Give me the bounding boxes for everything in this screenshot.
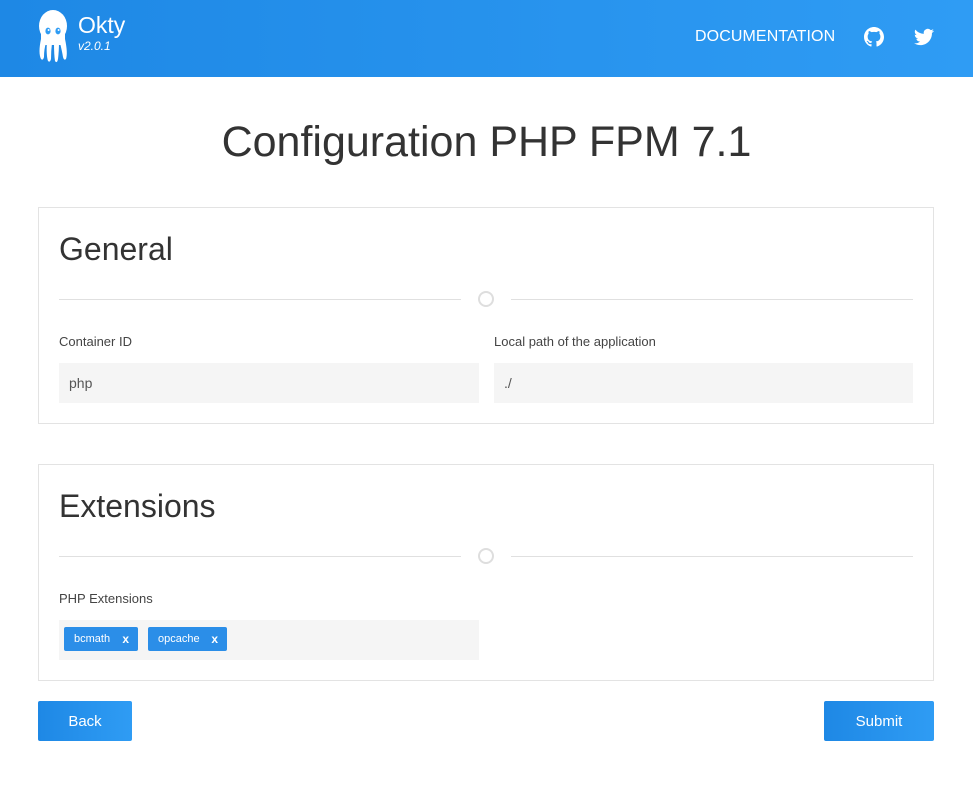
submit-button[interactable]: Submit [824, 701, 934, 741]
twitter-icon [914, 28, 934, 46]
brand-link[interactable]: Okty v2.0.1 [36, 9, 125, 67]
general-card: General Container ID Local path of the a… [38, 207, 934, 424]
extensions-card: Extensions PHP Extensions bcmath x opcac… [38, 464, 934, 681]
navbar: Okty v2.0.1 DOCUMENTATION [0, 0, 973, 77]
divider-line-left [59, 299, 461, 300]
local-path-label: Local path of the application [494, 334, 656, 349]
divider-circle-icon [478, 291, 494, 307]
documentation-link[interactable]: DOCUMENTATION [695, 27, 835, 47]
local-path-input[interactable] [494, 363, 913, 403]
tag-remove-button[interactable]: x [211, 627, 218, 652]
twitter-link[interactable] [914, 27, 934, 47]
php-extensions-tag-input[interactable]: bcmath x opcache x [59, 620, 479, 660]
tag-bcmath: bcmath x [64, 627, 138, 651]
tag-remove-button[interactable]: x [122, 627, 129, 652]
tag-opcache: opcache x [148, 627, 227, 651]
extensions-title: Extensions [59, 488, 216, 524]
divider-line-left [59, 556, 461, 557]
container-id-label: Container ID [59, 334, 132, 349]
page-title: Configuration PHP FPM 7.1 [221, 118, 752, 166]
brand-name: Okty [78, 12, 126, 38]
divider-circle-icon [478, 548, 494, 564]
general-title: General [59, 231, 173, 267]
divider-line-right [511, 299, 913, 300]
tag-label: opcache [158, 633, 200, 645]
brand-version: v2.0.1 [78, 39, 111, 53]
github-icon [864, 27, 884, 47]
tag-label: bcmath [74, 633, 111, 645]
octopus-logo-icon [39, 10, 67, 63]
php-extensions-label: PHP Extensions [59, 591, 153, 606]
brand-text: Okty v2.0.1 [78, 12, 125, 53]
divider-line-right [511, 556, 913, 557]
github-link[interactable] [864, 27, 884, 47]
container-id-input[interactable] [59, 363, 479, 403]
back-button[interactable]: Back [38, 701, 132, 741]
